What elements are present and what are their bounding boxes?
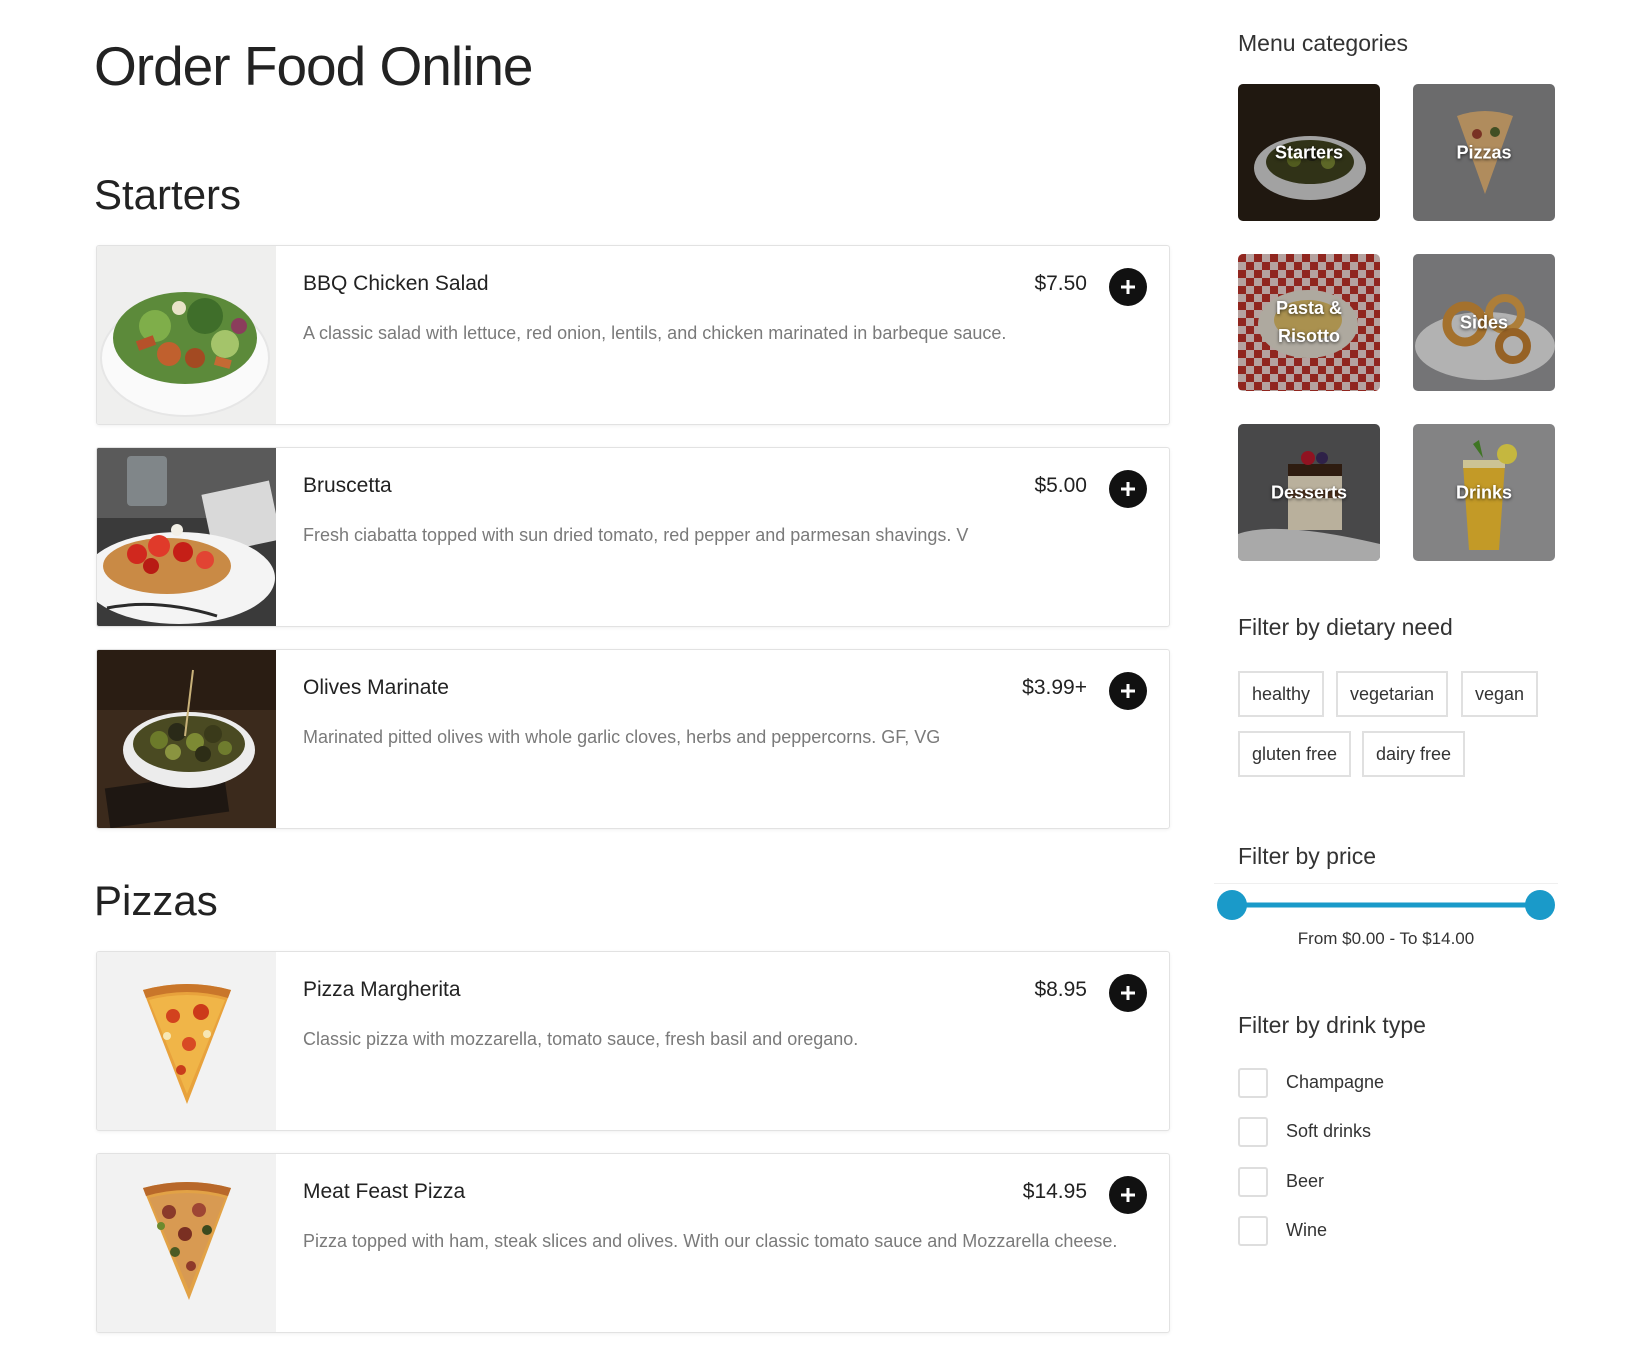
item-photo-olives — [97, 650, 276, 828]
item-name: Olives Marinate — [303, 676, 449, 699]
dietary-tag-dairy-free[interactable]: dairy free — [1362, 731, 1466, 777]
add-to-cart-button[interactable] — [1109, 974, 1147, 1012]
add-to-cart-button[interactable] — [1109, 672, 1147, 710]
category-label: Starters — [1274, 142, 1344, 163]
checkbox-icon[interactable] — [1238, 1117, 1268, 1147]
menu-item-card[interactable]: Meat Feast Pizza $14.95 Pizza topped wit… — [96, 1153, 1170, 1333]
category-label: Pizzas — [1456, 142, 1512, 163]
add-to-cart-button[interactable] — [1109, 1176, 1147, 1214]
item-description: Classic pizza with mozzarella, tomato sa… — [303, 1029, 859, 1049]
menu-item-card[interactable]: Olives Marinate $3.99+ Marinated pitted … — [96, 649, 1170, 829]
dietary-tag-gluten-free[interactable]: gluten free — [1238, 731, 1352, 777]
item-photo-salad — [97, 246, 276, 424]
dietary-filter-heading: Filter by dietary need — [1238, 614, 1453, 640]
category-label: Sides — [1459, 312, 1509, 333]
dietary-tag-healthy[interactable]: healthy — [1238, 671, 1325, 717]
item-description: Fresh ciabatta topped with sun dried tom… — [303, 525, 969, 545]
checkbox-icon[interactable] — [1238, 1068, 1268, 1098]
category-tile-pizzas[interactable]: Pizzas — [1413, 84, 1555, 221]
category-tile-drinks[interactable]: Drinks — [1413, 424, 1555, 561]
item-price: $5.00 — [1034, 474, 1087, 497]
item-description: A classic salad with lettuce, red onion,… — [303, 323, 1007, 343]
category-tile-starters[interactable]: Starters — [1238, 84, 1380, 221]
item-photo-bruschetta — [97, 448, 276, 626]
dietary-tag-vegan[interactable]: vegan — [1461, 671, 1539, 717]
section-title-pizzas: Pizzas — [94, 877, 218, 924]
drink-type-filter-heading: Filter by drink type — [1238, 1012, 1426, 1038]
slider-handle-min — [1217, 890, 1247, 920]
menu-item-card[interactable]: Pizza Margherita $8.95 Classic pizza wit… — [96, 951, 1170, 1131]
price-filter-heading: Filter by price — [1238, 843, 1377, 869]
checkbox-icon[interactable] — [1238, 1167, 1268, 1197]
menu-list-pizzas: Pizza Margherita $8.95 Classic pizza wit… — [96, 951, 1170, 1355]
item-name: Meat Feast Pizza — [303, 1180, 466, 1203]
checkbox-label: Wine — [1286, 1220, 1328, 1240]
category-tile-desserts[interactable]: Desserts — [1238, 424, 1380, 561]
checkbox-label: Soft drinks — [1286, 1121, 1372, 1141]
item-description: Pizza topped with ham, steak slices and … — [303, 1231, 1118, 1251]
category-label: Desserts — [1270, 482, 1348, 503]
plus-icon — [1121, 280, 1135, 294]
menu-item-card[interactable]: Bruscetta $5.00 Fresh ciabatta topped wi… — [96, 447, 1170, 627]
section-title-starters: Starters — [94, 171, 242, 218]
price-range-text: From $0.00 - To $14.00 — [1297, 929, 1475, 948]
checkbox-label: Beer — [1286, 1171, 1325, 1191]
add-to-cart-button[interactable] — [1109, 470, 1147, 508]
checkbox-icon[interactable] — [1238, 1216, 1268, 1246]
menu-list-starters: BBQ Chicken Salad $7.50 A classic salad … — [96, 245, 1170, 851]
menu-item-card[interactable]: BBQ Chicken Salad $7.50 A classic salad … — [96, 245, 1170, 425]
price-range-slider[interactable] — [1216, 890, 1556, 920]
plus-icon — [1121, 1188, 1135, 1202]
item-price: $7.50 — [1034, 272, 1087, 295]
item-price: $14.95 — [1022, 1180, 1087, 1203]
dietary-tag-vegetarian[interactable]: vegetarian — [1336, 671, 1449, 717]
item-photo-meat-feast-pizza — [97, 1154, 276, 1332]
category-tile-sides[interactable]: Sides — [1413, 254, 1555, 391]
item-price: $8.95 — [1034, 978, 1087, 1001]
item-photo-pizza-margherita — [97, 952, 276, 1130]
plus-icon — [1121, 684, 1135, 698]
menu-categories-heading: Menu categories — [1238, 30, 1409, 56]
plus-icon — [1121, 986, 1135, 1000]
plus-icon — [1121, 482, 1135, 496]
category-label: Pasta & Risotto — [1275, 297, 1343, 347]
item-name: BBQ Chicken Salad — [303, 272, 489, 295]
item-name: Pizza Margherita — [303, 978, 461, 1001]
add-to-cart-button[interactable] — [1109, 268, 1147, 306]
page-title: Order Food Online — [94, 35, 533, 97]
checkbox-label: Champagne — [1286, 1072, 1385, 1092]
item-price: $3.99+ — [1022, 676, 1087, 699]
item-name: Bruscetta — [303, 474, 392, 497]
slider-divider — [1214, 883, 1558, 884]
slider-handle-max — [1525, 890, 1555, 920]
category-label: Drinks — [1455, 482, 1513, 503]
category-tile-pasta-risotto[interactable]: Pasta & Risotto — [1238, 254, 1380, 391]
slider-track — [1232, 902, 1540, 908]
item-description: Marinated pitted olives with whole garli… — [303, 727, 941, 747]
